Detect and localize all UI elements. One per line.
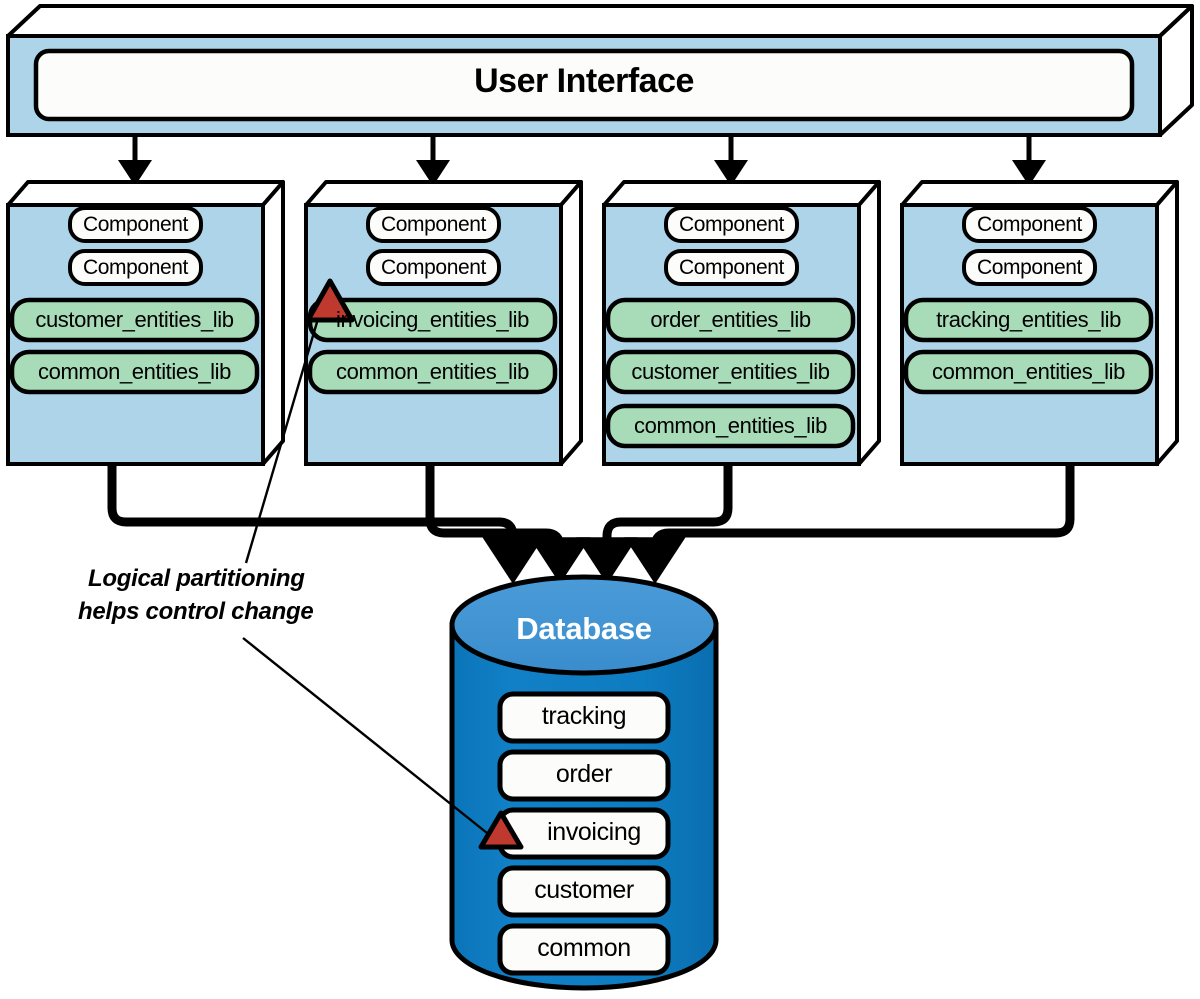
diagram-canvas: User Interface Component Component custo… [0,0,1200,999]
service-box-invoicing[interactable] [304,180,583,466]
db-table-chip [497,691,671,744]
ui-to-service-arrows [118,137,1046,186]
lib-chip [9,349,260,395]
db-table-chip [497,807,671,860]
component-chip [366,206,501,243]
component-chip [664,249,799,286]
user-interface-bar[interactable] [6,4,1194,137]
component-chip [962,249,1097,286]
component-chip [962,206,1097,243]
component-chip [366,249,501,286]
db-table-chip [497,923,671,976]
db-table-chip [497,749,671,802]
lib-chip [307,349,558,395]
component-chip [664,206,799,243]
db-table-chip [497,865,671,918]
component-chip [68,206,203,243]
lib-chip [9,297,260,343]
component-chip [68,249,203,286]
database-cylinder[interactable] [449,574,719,991]
service-box-customer[interactable] [6,180,285,466]
lib-chip [903,349,1154,395]
lib-chip [605,349,856,395]
service-box-order[interactable] [602,180,881,466]
lib-chip [903,297,1154,343]
diagram-svg [6,4,1194,991]
service-to-database-connectors [107,464,1075,584]
lib-chip [605,403,856,449]
lib-chip [605,297,856,343]
service-box-tracking[interactable] [900,180,1179,466]
